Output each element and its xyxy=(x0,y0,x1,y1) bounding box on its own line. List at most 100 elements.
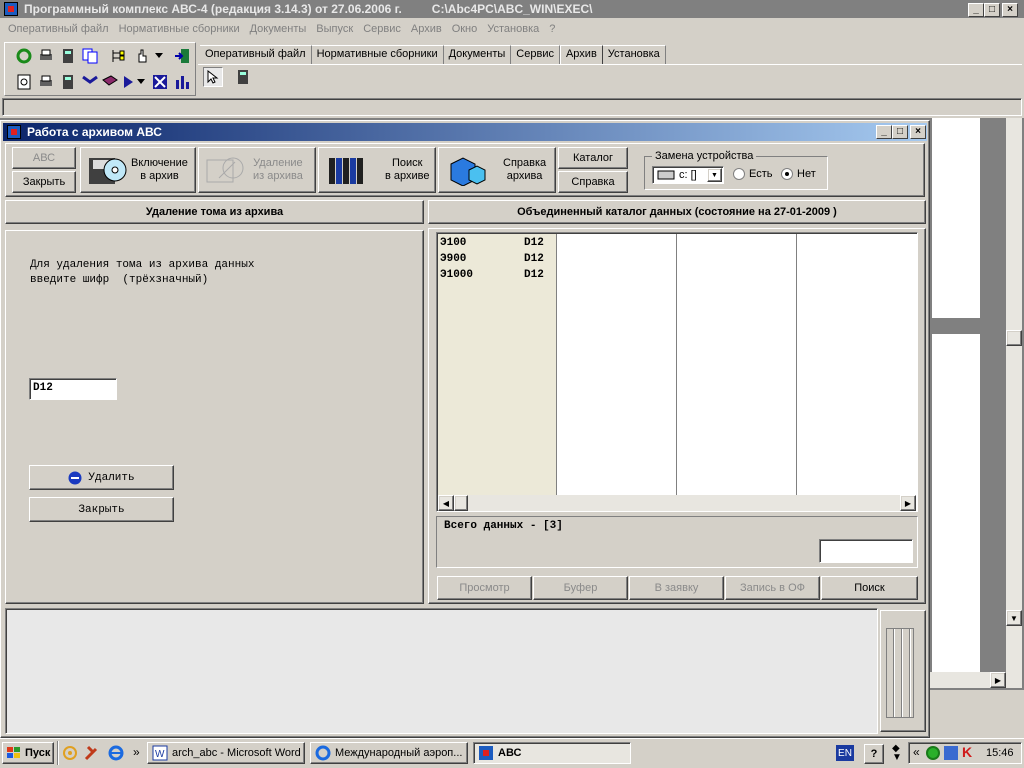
menu-item-service[interactable]: Сервис xyxy=(363,23,401,35)
bg-doc-scroll-down[interactable]: ▼ xyxy=(1006,610,1022,626)
calc-small-icon[interactable] xyxy=(58,72,78,92)
write-to-of-button[interactable]: Запись в ОФ xyxy=(725,576,820,600)
main-title: Программный комплекс АВС-4 (редакция 3.1… xyxy=(24,2,402,16)
print-settings-icon[interactable] xyxy=(36,72,56,92)
chart-icon[interactable] xyxy=(172,72,192,92)
copy-icon[interactable] xyxy=(80,46,100,66)
catalog-code: D12 xyxy=(524,269,544,281)
device-dropdown-icon[interactable]: ▼ xyxy=(707,168,722,182)
menu-item-setup[interactable]: Установка xyxy=(487,23,539,35)
tab-normative[interactable]: Нормативные сборники xyxy=(311,45,444,65)
tab-operative[interactable]: Оперативный файл xyxy=(200,45,312,65)
scroll-left-icon[interactable]: ◀ xyxy=(438,495,454,511)
book-icon[interactable] xyxy=(100,72,120,92)
catalog-row[interactable]: Э1000 D12 xyxy=(440,267,544,283)
view-button[interactable]: Просмотр xyxy=(437,576,532,600)
dropdown-arrow-icon-2[interactable] xyxy=(134,72,148,92)
catalog-row[interactable]: Э100 D12 xyxy=(440,235,544,251)
include-archive-button[interactable]: Включение в архив xyxy=(80,147,196,193)
tab-documents[interactable]: Документы xyxy=(443,45,512,65)
taskbar-item-abc-label: АВС xyxy=(498,747,522,759)
buffer-label: Буфер xyxy=(563,582,598,594)
dialog-maximize-icon[interactable]: □ xyxy=(892,125,908,139)
help-l1: Справка xyxy=(503,157,547,169)
tools-icon[interactable] xyxy=(82,743,102,763)
menu-item-window[interactable]: Окно xyxy=(452,23,478,35)
calculator-icon[interactable] xyxy=(58,46,78,66)
bg-doc-page-bottom xyxy=(932,334,980,672)
catalog-entries: Э100 D12 Э900 D12 Э1000 D12 xyxy=(440,235,544,283)
tray-expand[interactable]: « xyxy=(913,745,920,759)
toolbar-close-label: Закрыть xyxy=(22,176,66,188)
exit-door-icon[interactable] xyxy=(172,46,192,66)
preview-icon[interactable] xyxy=(14,72,34,92)
scroll-tray-icon[interactable]: ◆ ▼ xyxy=(892,744,902,763)
catalog-code: D12 xyxy=(524,253,544,265)
menu-item-archive[interactable]: Архив xyxy=(411,23,442,35)
connection-icon[interactable] xyxy=(944,746,958,760)
help-tray-icon[interactable]: ? xyxy=(864,744,884,764)
close-icon[interactable]: × xyxy=(1002,3,1018,17)
bg-doc-scroll-right[interactable]: ▶ xyxy=(990,672,1006,688)
help-button[interactable]: Справка xyxy=(558,171,628,193)
menu-item-normative[interactable]: Нормативные сборники xyxy=(119,23,240,35)
start-button[interactable]: Пуск xyxy=(2,742,54,764)
abc-button[interactable]: АВС xyxy=(12,147,76,169)
tab-setup[interactable]: Установка xyxy=(602,45,666,65)
tab-service[interactable]: Сервис xyxy=(511,45,560,65)
catalog-hscrollbar[interactable] xyxy=(438,495,916,511)
buffer-button[interactable]: Буфер xyxy=(533,576,628,600)
delete-button[interactable]: Удалить xyxy=(29,465,174,490)
calculator-tool-icon[interactable] xyxy=(233,67,253,87)
scroll-thumb[interactable] xyxy=(454,495,468,511)
check-book-icon[interactable] xyxy=(80,72,100,92)
scroll-right-icon[interactable]: ▶ xyxy=(900,495,916,511)
pointer-icon[interactable] xyxy=(203,67,223,87)
radio-yes[interactable]: Есть xyxy=(733,168,772,180)
outlook-icon[interactable] xyxy=(60,743,80,763)
menu-item-operative[interactable]: Оперативный файл xyxy=(8,23,109,35)
taskbar-item-browser[interactable]: Международный аэроп... xyxy=(310,742,468,764)
dialog-close-icon[interactable]: × xyxy=(910,125,926,139)
close-button[interactable]: Закрыть xyxy=(29,497,174,522)
delete-archive-button[interactable]: Удаление из архива xyxy=(198,147,316,193)
quicklaunch-divider xyxy=(57,741,59,765)
left-panel-header: Удаление тома из архива xyxy=(5,200,424,224)
ie-icon[interactable] xyxy=(106,743,126,763)
radio-no[interactable]: Нет xyxy=(781,168,816,180)
archive-help-button[interactable]: Справка архива xyxy=(438,147,556,193)
network-icon[interactable] xyxy=(926,746,940,760)
code-input[interactable]: D12 xyxy=(29,378,117,400)
tree-icon[interactable] xyxy=(108,46,128,66)
menu-item-output[interactable]: Выпуск xyxy=(316,23,353,35)
menu-item-help[interactable]: ? xyxy=(549,23,555,35)
search-archive-button[interactable]: Поиск в архиве xyxy=(318,147,436,193)
total-input[interactable] xyxy=(819,539,913,563)
dialog-minimize-icon[interactable]: _ xyxy=(876,125,892,139)
antivirus-icon[interactable]: K xyxy=(962,744,972,760)
printer-icon[interactable] xyxy=(36,46,56,66)
menu-item-documents[interactable]: Документы xyxy=(250,23,307,35)
taskbar-item-abc[interactable]: АВС xyxy=(473,742,631,764)
minus-circle-icon xyxy=(68,471,82,484)
catalog-row[interactable]: Э900 D12 xyxy=(440,251,544,267)
catalog-button[interactable]: Каталог xyxy=(558,147,628,169)
cross-box-icon[interactable] xyxy=(150,72,170,92)
refresh-icon[interactable] xyxy=(14,46,34,66)
bg-doc-scroll-thumb[interactable] xyxy=(1006,330,1022,346)
include-l1: Включение xyxy=(131,157,188,169)
maximize-icon[interactable]: □ xyxy=(984,3,1000,17)
radio-no-label: Нет xyxy=(797,168,816,180)
taskbar-item-word[interactable]: Warch_abc - Microsoft Word xyxy=(147,742,305,764)
search-button[interactable]: Поиск xyxy=(821,576,918,600)
lang-indicator[interactable]: EN xyxy=(836,745,854,761)
toolbar-close-button[interactable]: Закрыть xyxy=(12,171,76,193)
to-order-button[interactable]: В заявку xyxy=(629,576,724,600)
bg-doc-vscrollbar[interactable] xyxy=(1006,118,1022,688)
to-order-label: В заявку xyxy=(654,582,699,594)
tab-archive[interactable]: Архив xyxy=(559,45,603,65)
minimize-icon[interactable]: _ xyxy=(968,3,984,17)
quicklaunch-more[interactable]: » xyxy=(133,745,140,759)
hand-pointer-icon[interactable] xyxy=(132,46,152,66)
dropdown-arrow-icon[interactable] xyxy=(152,46,166,66)
